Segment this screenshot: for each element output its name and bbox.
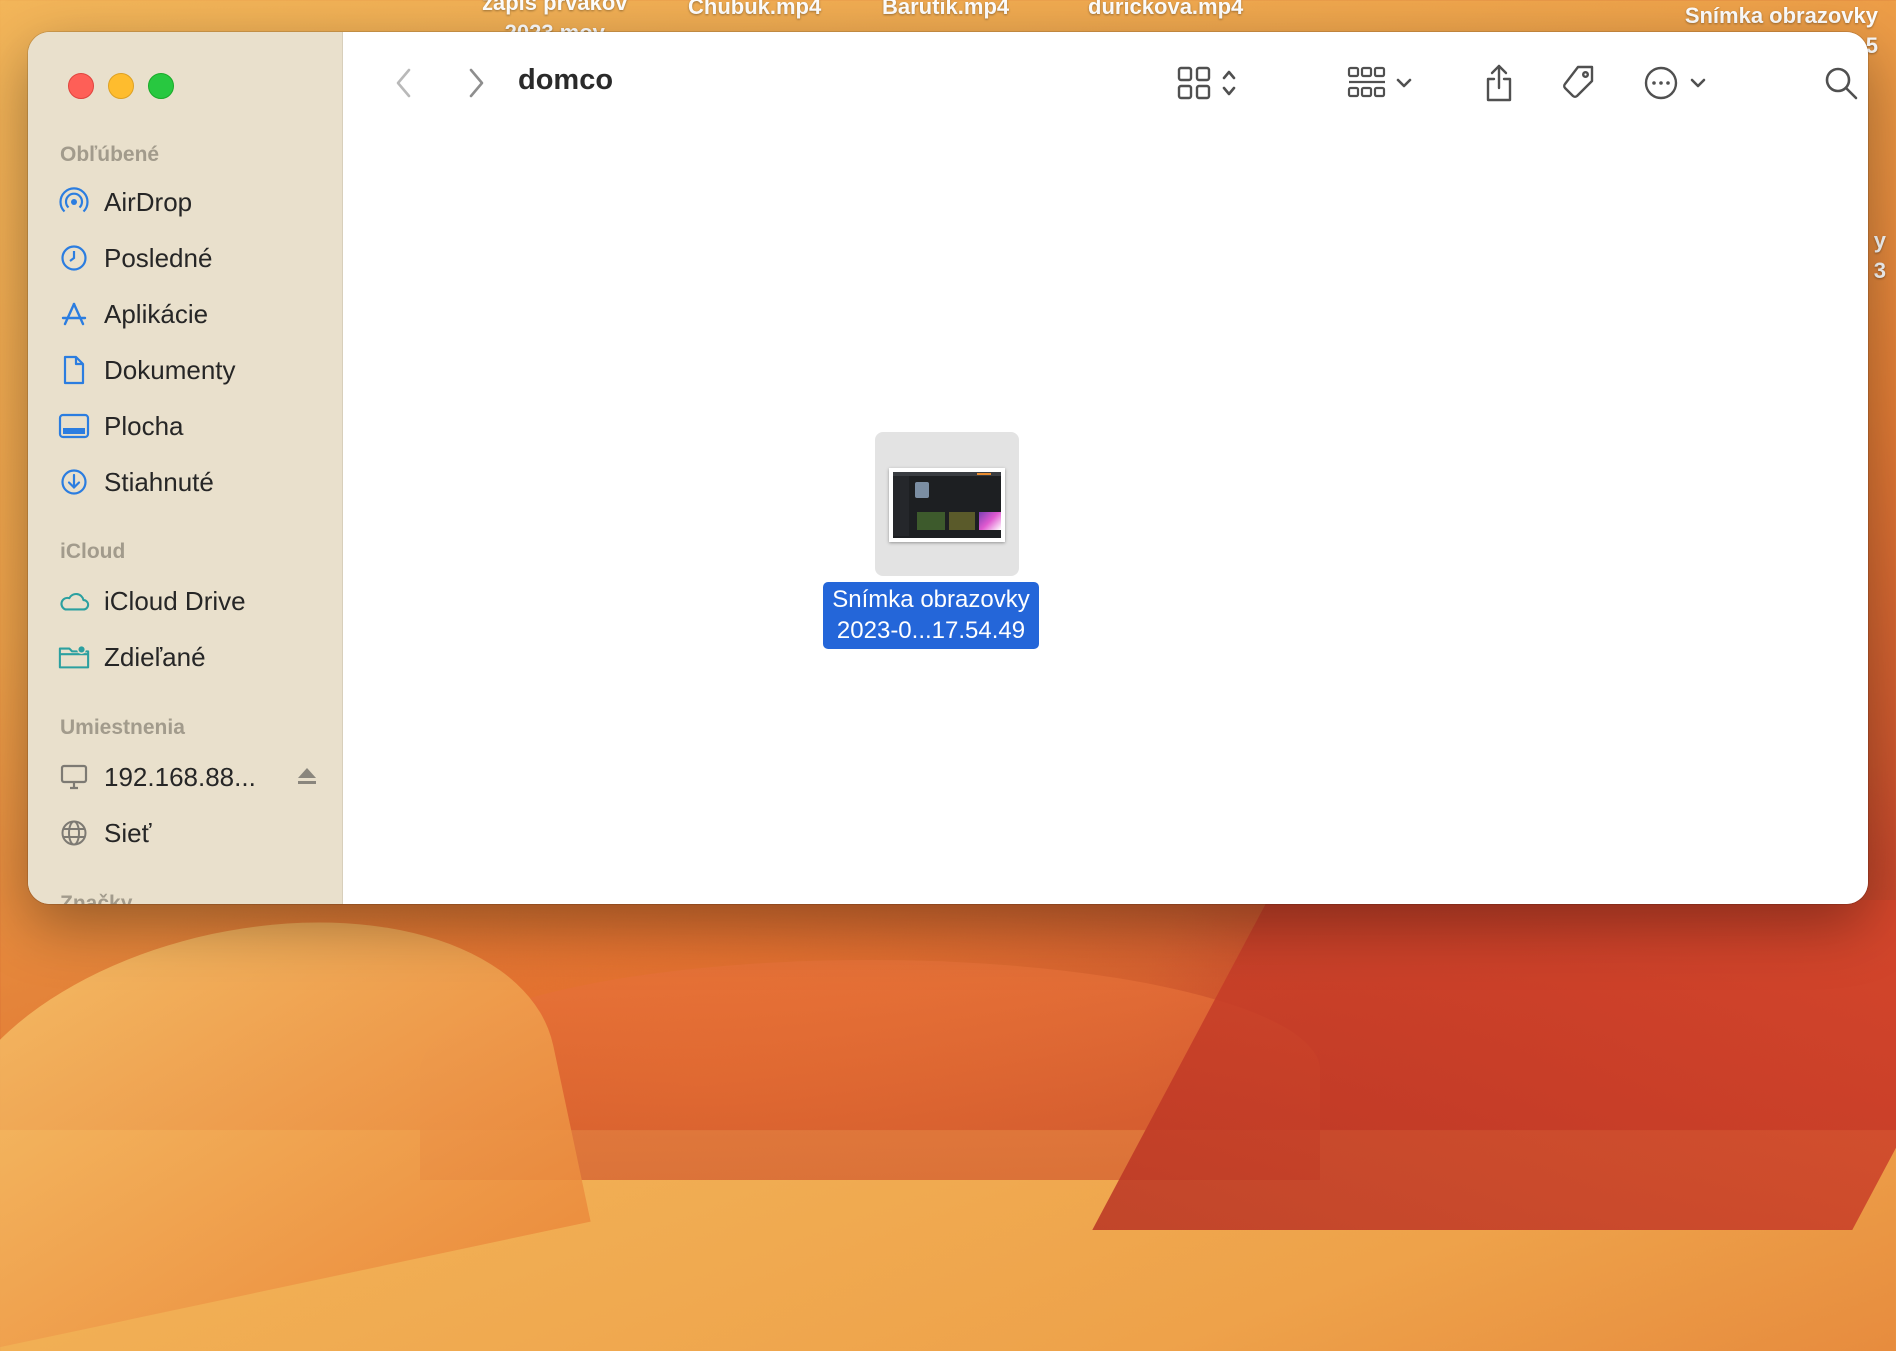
content-area[interactable]: domco Snímka obrazovky 2023-0...17.54.49	[343, 32, 1868, 904]
shared-folder-icon	[58, 641, 90, 673]
group-button[interactable]	[1343, 62, 1417, 108]
icon-grid-icon	[1177, 66, 1211, 105]
sidebar-section-locations: Umiestnenia	[60, 716, 185, 739]
tag-button[interactable]	[1555, 62, 1601, 108]
cloud-icon	[58, 585, 90, 617]
forward-button[interactable]	[457, 62, 495, 108]
wallpaper-shape	[1092, 900, 1896, 1230]
globe-icon	[58, 817, 90, 849]
sidebar-item-applications[interactable]: Aplikácie	[58, 291, 328, 337]
sidebar-item-icloud-drive[interactable]: iCloud Drive	[58, 578, 328, 624]
tag-icon	[1558, 63, 1598, 108]
clock-icon	[58, 242, 90, 274]
sidebar-item-desktop[interactable]: Plocha	[58, 403, 328, 449]
sidebar-item-downloads[interactable]: Stiahnuté	[58, 459, 328, 505]
sidebar-section-tags: Značky	[60, 892, 133, 904]
sidebar-item-documents[interactable]: Dokumenty	[58, 347, 328, 393]
share-button[interactable]	[1477, 62, 1521, 108]
group-icon	[1347, 66, 1387, 105]
sidebar-item-network[interactable]: Sieť	[58, 810, 328, 856]
view-mode-button[interactable]	[1169, 62, 1245, 108]
computer-icon	[58, 761, 90, 793]
finder-window: Obľúbené AirDrop Posledné Aplikácie Doku…	[28, 32, 1868, 904]
share-icon	[1483, 63, 1515, 108]
sidebar-section-icloud: iCloud	[60, 540, 126, 563]
back-button[interactable]	[385, 62, 423, 108]
desktop-item-label[interactable]: Barutik.mp4	[882, 0, 1009, 22]
maximize-button[interactable]	[148, 73, 174, 99]
desktop-icon	[58, 410, 90, 442]
chevron-left-icon	[394, 67, 414, 104]
wallpaper-shape	[420, 960, 1320, 1180]
search-icon	[1823, 65, 1859, 106]
minimize-button[interactable]	[108, 73, 134, 99]
airdrop-icon	[58, 186, 90, 218]
chevron-down-icon	[1395, 76, 1413, 94]
desktop-item-label[interactable]: durickova.mp4	[1088, 0, 1243, 22]
chevron-down-icon	[1689, 76, 1707, 94]
wallpaper-shape	[0, 869, 591, 1351]
document-icon	[58, 354, 90, 386]
window-title: domco	[518, 64, 614, 96]
sidebar-section-favorites: Obľúbené	[60, 143, 160, 166]
applications-icon	[58, 298, 90, 330]
chevron-up-down-icon	[1221, 67, 1237, 104]
sidebar-item-recents[interactable]: Posledné	[58, 235, 328, 281]
sidebar-item-shared[interactable]: Zdieľané	[58, 634, 328, 680]
toolbar: domco	[343, 32, 1868, 136]
desktop-item-label[interactable]: y 3	[1866, 226, 1886, 286]
chevron-right-icon	[466, 67, 486, 104]
download-icon	[58, 466, 90, 498]
more-actions-button[interactable]	[1637, 62, 1713, 108]
file-name-label: Snímka obrazovky 2023-0...17.54.49	[823, 582, 1039, 649]
file-thumbnail	[889, 468, 1005, 542]
sidebar: Obľúbené AirDrop Posledné Aplikácie Doku…	[28, 32, 343, 904]
close-button[interactable]	[68, 73, 94, 99]
sidebar-item-network-share[interactable]: 192.168.88...	[58, 754, 328, 800]
desktop-item-label[interactable]: Chubuk.mp4	[688, 0, 821, 22]
eject-icon[interactable]	[296, 766, 318, 791]
ellipsis-circle-icon	[1643, 65, 1679, 106]
search-button[interactable]	[1819, 62, 1863, 108]
sidebar-item-airdrop[interactable]: AirDrop	[58, 179, 328, 225]
